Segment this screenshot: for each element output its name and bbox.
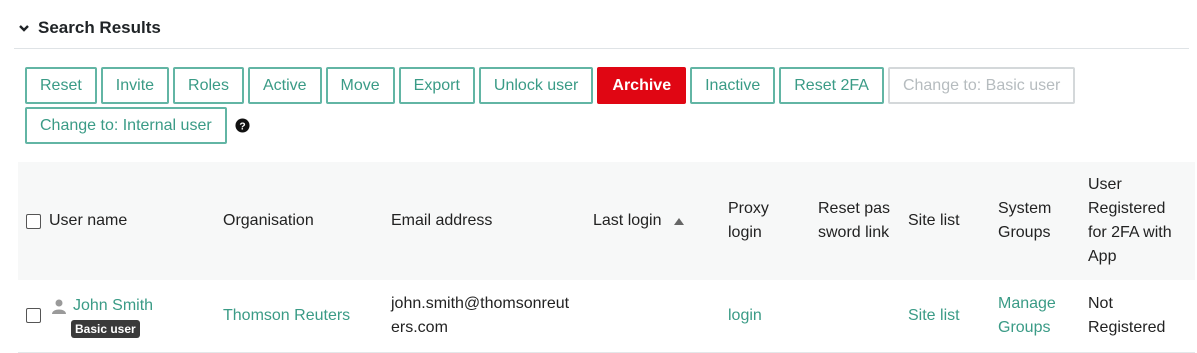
question-circle-icon[interactable]: ? [235, 118, 250, 133]
cell-registered-2fa: Not Registered [1080, 280, 1195, 353]
change-to-basic-user-button: Change to: Basic user [887, 67, 1076, 104]
archive-button[interactable]: Archive [597, 67, 687, 104]
col-site-list: Site list [908, 212, 960, 229]
cell-user-name: John Smith Basic user [18, 280, 215, 353]
action-toolbar: Reset Invite Roles Active Move Export Unlock u… [25, 67, 1195, 147]
site-list-link[interactable]: Site list [908, 307, 960, 324]
reset-2fa-button[interactable]: Reset 2FA [779, 67, 884, 104]
divider [14, 48, 1189, 49]
col-system-groups: System Groups [998, 200, 1052, 241]
search-results-header[interactable]: Search Results [18, 18, 161, 38]
toolbar-row-1: Reset Invite Roles Active Move Export Unlock u… [25, 67, 1195, 104]
export-button[interactable]: Export [398, 67, 475, 104]
user-icon [52, 299, 66, 314]
col-email[interactable]: Email address [383, 162, 585, 280]
chevron-down-icon [19, 25, 29, 32]
manage-groups-link[interactable]: Manage Groups [998, 295, 1056, 336]
cell-system-groups: Manage Groups [990, 280, 1080, 353]
results-table: User name Organisation Email address Las… [18, 162, 1195, 353]
svg-text:?: ? [239, 121, 245, 132]
col-last-login[interactable]: Last login [585, 162, 720, 280]
col-user-name: User name [18, 162, 215, 280]
section-title: Search Results [38, 18, 161, 37]
proxy-login-link[interactable]: login [728, 307, 762, 324]
cell-organisation: Thomson Reuters [215, 280, 383, 353]
col-reset-password: Reset password link [818, 200, 891, 241]
active-button[interactable]: Active [247, 67, 322, 104]
change-to-internal-user-button[interactable]: Change to: Internal user [25, 107, 227, 144]
results-table-wrapper: User name Organisation Email address Las… [18, 162, 1195, 353]
toolbar-row-2: Change to: Internal user ? [25, 107, 1195, 144]
unlock-user-button[interactable]: Unlock user [478, 67, 594, 104]
cell-reset-password [810, 280, 900, 353]
roles-button[interactable]: Roles [173, 67, 244, 104]
col-registered-2fa: User Registered for 2FA with App [1088, 176, 1172, 265]
table-row: John Smith Basic user Thomson Reuters jo… [18, 280, 1195, 353]
col-last-login-label: Last login [593, 212, 662, 229]
row-checkbox[interactable] [26, 308, 41, 324]
col-user-name-label: User name [49, 212, 128, 229]
cell-proxy-login: login [720, 280, 810, 353]
user-name-link[interactable]: John Smith [73, 294, 153, 318]
organisation-link[interactable]: Thomson Reuters [223, 307, 350, 324]
inactive-button[interactable]: Inactive [690, 67, 776, 104]
sort-ascending-icon [673, 217, 684, 225]
col-proxy-login: Proxy login [728, 200, 769, 241]
invite-button[interactable]: Invite [100, 67, 170, 104]
select-all-checkbox[interactable] [26, 213, 41, 229]
user-type-badge: Basic user [71, 319, 140, 338]
move-button[interactable]: Move [325, 67, 395, 104]
cell-site-list: Site list [900, 280, 990, 353]
cell-last-login [585, 280, 720, 353]
table-header-row: User name Organisation Email address Las… [18, 162, 1195, 280]
cell-email: john.smith@thomsonreuters.com [383, 280, 585, 353]
col-organisation[interactable]: Organisation [215, 162, 383, 280]
reset-button[interactable]: Reset [25, 67, 97, 104]
